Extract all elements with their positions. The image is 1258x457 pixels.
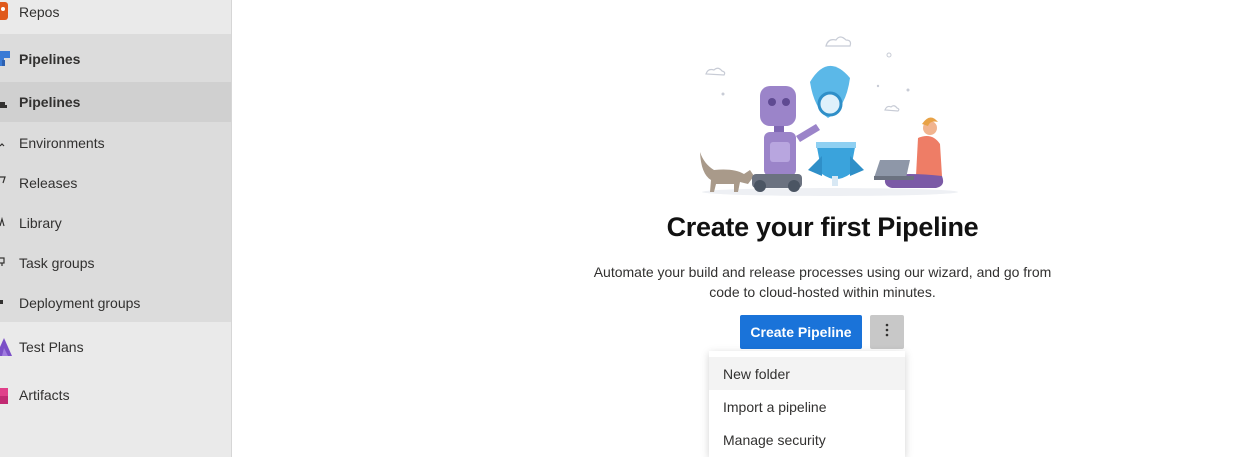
sidebar-item-label: Pipelines (19, 94, 81, 110)
sidebar-item-label: Repos (19, 4, 60, 20)
menu-item-label: Import a pipeline (723, 398, 827, 415)
releases-icon (0, 174, 14, 192)
sidebar-item-label: Library (19, 215, 62, 231)
create-pipeline-button[interactable]: Create Pipeline (740, 315, 862, 349)
sidebar-item-label: Artifacts (19, 387, 70, 403)
test-plans-icon (0, 338, 14, 356)
sidebar-item-task-groups[interactable]: Task groups (0, 252, 231, 274)
menu-item-manage-security[interactable]: Manage security (709, 423, 905, 456)
sidebar-item-label: Deployment groups (19, 295, 141, 311)
pipelines-icon (0, 50, 14, 68)
menu-item-label: New folder (723, 365, 790, 382)
sidebar-item-pipelines-sub[interactable]: Pipelines (0, 82, 231, 122)
sidebar-item-test-plans[interactable]: Test Plans (0, 334, 231, 360)
page-title: Create your first Pipeline (666, 212, 979, 242)
artifacts-icon (0, 386, 14, 404)
sidebar-item-releases[interactable]: Releases (0, 172, 231, 194)
menu-item-import-pipeline[interactable]: Import a pipeline (709, 390, 905, 423)
menu-item-label: Manage security (723, 431, 826, 448)
sidebar-item-label: Test Plans (19, 339, 84, 355)
sidebar-item-artifacts[interactable]: Artifacts (0, 382, 231, 408)
page-description: Automate your build and release processe… (593, 264, 1052, 300)
sidebar-item-deployment-groups[interactable]: Deployment groups (0, 292, 231, 314)
more-vertical-icon (885, 323, 889, 342)
task-groups-icon (0, 254, 14, 272)
repos-icon (0, 2, 14, 20)
pipeline-illustration (690, 28, 960, 198)
sidebar-item-label: Releases (19, 175, 78, 191)
left-nav-sidebar: Repos Pipelines Pipelines Environments R… (0, 0, 232, 457)
sidebar-item-environments[interactable]: Environments (0, 132, 231, 154)
sidebar-item-label: Task groups (19, 255, 95, 271)
sidebar-item-pipelines[interactable]: Pipelines (0, 46, 231, 72)
pipelines-sub-icon (0, 93, 14, 111)
library-icon (0, 214, 14, 232)
more-actions-button[interactable] (870, 315, 904, 349)
sidebar-item-repos[interactable]: Repos (0, 0, 231, 24)
sidebar-item-library[interactable]: Library (0, 212, 231, 234)
sidebar-item-label: Pipelines (19, 51, 81, 67)
more-actions-menu: New folder Import a pipeline Manage secu… (709, 351, 905, 457)
deployment-groups-icon (0, 294, 14, 312)
environments-icon (0, 134, 14, 152)
menu-item-new-folder[interactable]: New folder (709, 357, 905, 390)
sidebar-item-label: Environments (19, 135, 105, 151)
